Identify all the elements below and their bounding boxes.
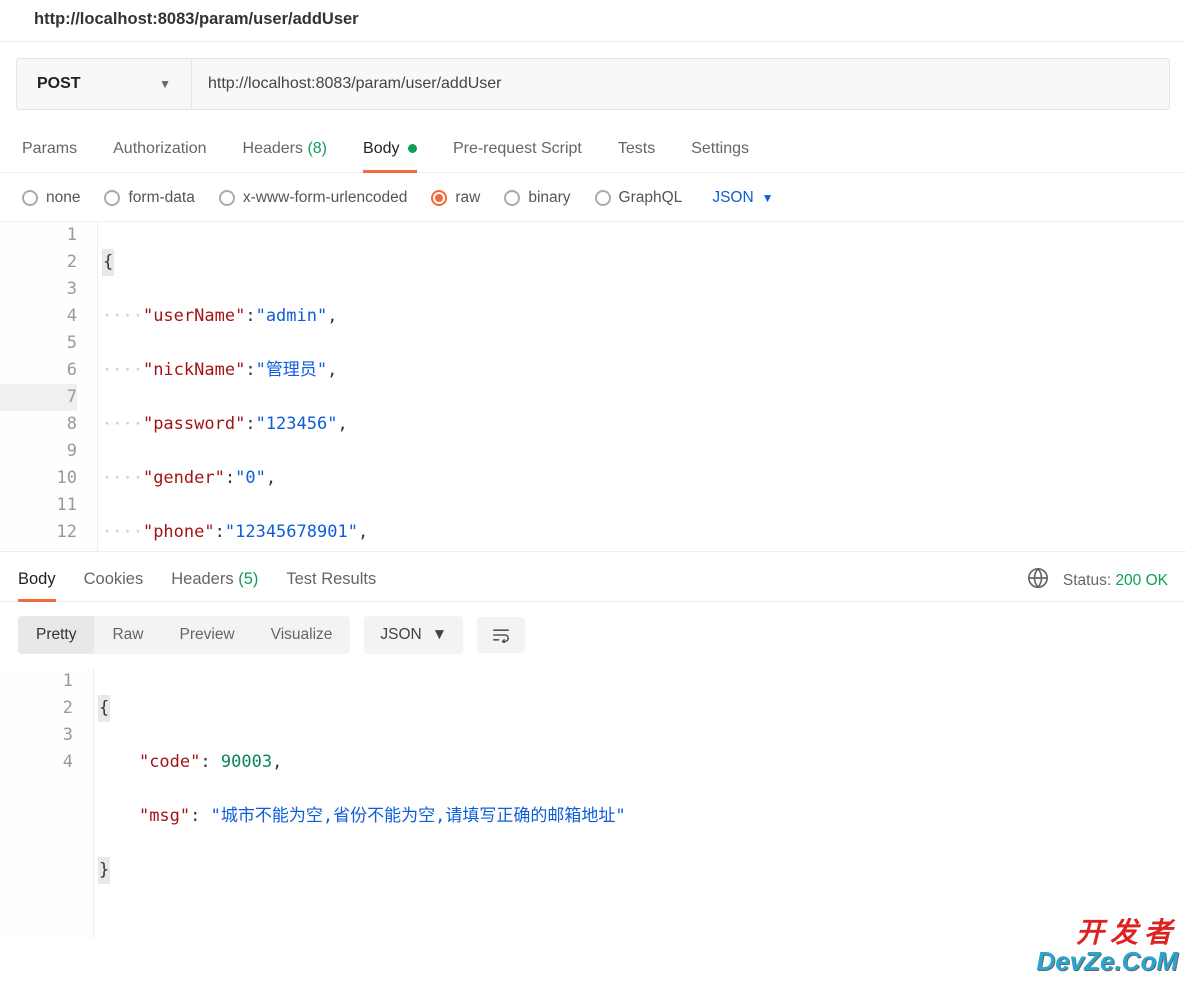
body-type-urlencoded[interactable]: x-www-form-urlencoded [219, 189, 408, 207]
tab-params[interactable]: Params [22, 130, 77, 172]
body-type-binary[interactable]: binary [504, 189, 570, 207]
method-label: POST [37, 75, 81, 93]
request-editor[interactable]: 1 2 3 4 5 6 7 8 9 10 11 12 { ····"userNa… [0, 222, 1186, 552]
chevron-down-icon: ▼ [762, 191, 774, 205]
editor-code[interactable]: { ····"userName":"admin", ····"nickName"… [98, 222, 1186, 551]
status-label: Status: [1063, 572, 1111, 589]
wrap-lines-button[interactable] [477, 617, 525, 653]
response-tabs: Body Cookies Headers (5) Test Results St… [0, 552, 1186, 602]
view-pretty[interactable]: Pretty [18, 616, 94, 654]
view-visualize[interactable]: Visualize [253, 616, 351, 654]
body-type-form-data[interactable]: form-data [104, 189, 194, 207]
tab-headers-count: (8) [307, 140, 327, 157]
response-status: Status: 200 OK [1027, 567, 1168, 594]
status-value: 200 OK [1115, 572, 1168, 589]
tab-headers[interactable]: Headers (8) [243, 130, 328, 172]
resp-tab-headers-label: Headers [171, 570, 233, 588]
body-type-raw[interactable]: raw [431, 189, 480, 207]
url-input[interactable]: http://localhost:8083/param/user/addUser [192, 59, 1169, 109]
request-row: POST ▼ http://localhost:8083/param/user/… [16, 58, 1170, 110]
response-gutter: 1 2 3 4 [0, 668, 94, 938]
tab-tests[interactable]: Tests [618, 130, 655, 172]
globe-icon[interactable] [1027, 567, 1049, 594]
tab-body[interactable]: Body [363, 130, 417, 172]
modified-dot-icon [408, 144, 417, 153]
resp-tab-headers-count: (5) [238, 570, 258, 588]
body-type-row: none form-data x-www-form-urlencoded raw… [0, 173, 1186, 222]
response-format-label: JSON [380, 626, 421, 644]
radio-icon [219, 190, 235, 206]
radio-icon [504, 190, 520, 206]
tab-body-label: Body [363, 140, 399, 157]
radio-icon [22, 190, 38, 206]
response-view-group: Pretty Raw Preview Visualize [18, 616, 350, 654]
body-format-label: JSON [712, 189, 753, 207]
response-format-dropdown[interactable]: JSON ▼ [364, 616, 463, 654]
response-toolbar: Pretty Raw Preview Visualize JSON ▼ [0, 602, 1186, 668]
request-title: http://localhost:8083/param/user/addUser [0, 0, 1186, 42]
body-type-none[interactable]: none [22, 189, 80, 207]
tab-settings[interactable]: Settings [691, 130, 749, 172]
view-preview[interactable]: Preview [162, 616, 253, 654]
response-code[interactable]: { "code": 90003, "msg": "城市不能为空,省份不能为空,请… [94, 668, 1186, 938]
chevron-down-icon: ▼ [159, 77, 171, 91]
body-format-dropdown[interactable]: JSON ▼ [712, 189, 773, 207]
resp-tab-tests[interactable]: Test Results [286, 560, 376, 601]
tab-prerequest[interactable]: Pre-request Script [453, 130, 582, 172]
response-editor[interactable]: 1 2 3 4 { "code": 90003, "msg": "城市不能为空,… [0, 668, 1186, 938]
method-select[interactable]: POST ▼ [17, 59, 192, 109]
resp-tab-body[interactable]: Body [18, 560, 56, 601]
resp-tab-cookies[interactable]: Cookies [84, 560, 144, 601]
chevron-down-icon: ▼ [432, 626, 447, 644]
tab-headers-label: Headers [243, 140, 303, 157]
editor-gutter: 1 2 3 4 5 6 7 8 9 10 11 12 [0, 222, 98, 551]
tab-authorization[interactable]: Authorization [113, 130, 206, 172]
request-tabs: Params Authorization Headers (8) Body Pr… [0, 126, 1186, 173]
radio-icon [104, 190, 120, 206]
view-raw[interactable]: Raw [94, 616, 161, 654]
resp-tab-headers[interactable]: Headers (5) [171, 560, 258, 601]
radio-selected-icon [431, 190, 447, 206]
body-type-graphql[interactable]: GraphQL [595, 189, 683, 207]
radio-icon [595, 190, 611, 206]
